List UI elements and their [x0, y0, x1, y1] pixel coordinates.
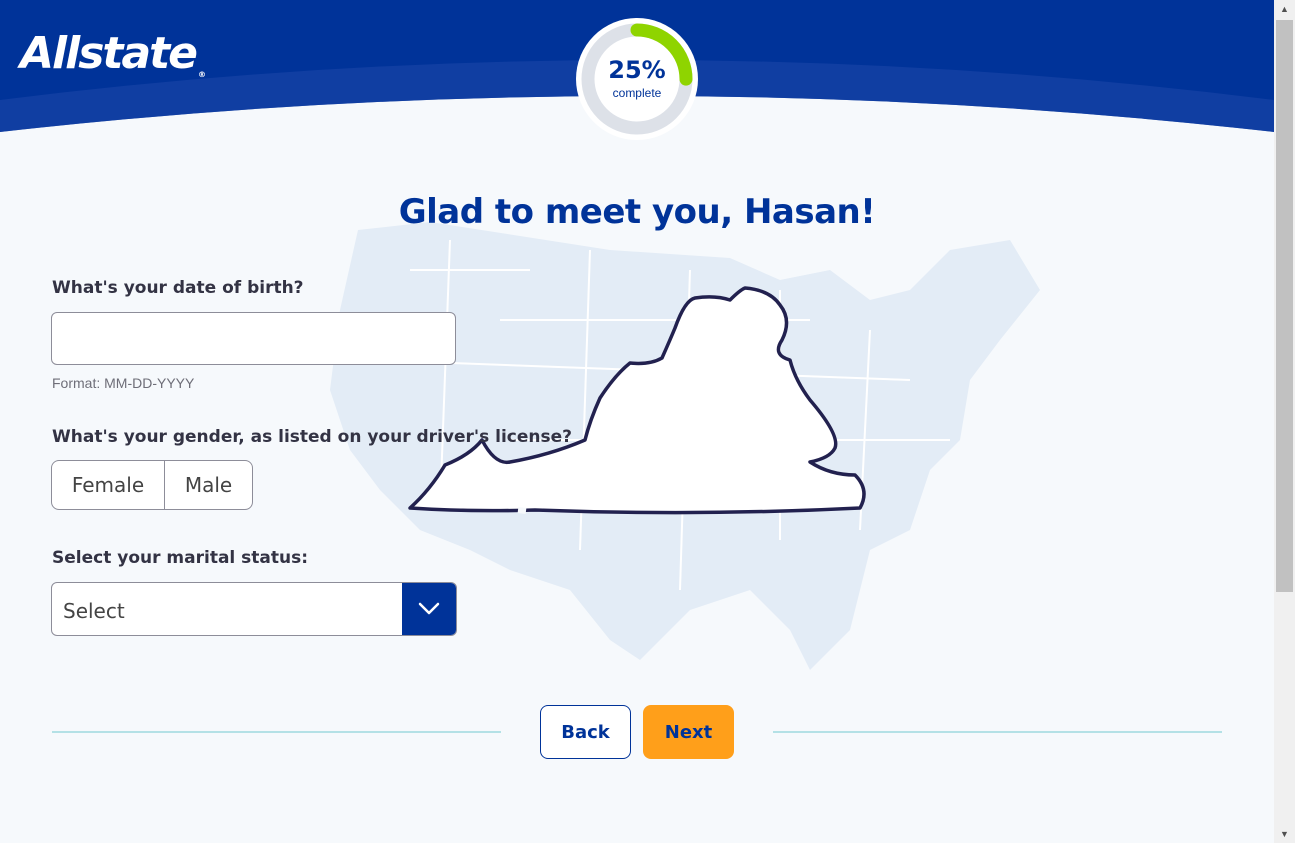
- back-button[interactable]: Back: [540, 705, 631, 759]
- allstate-logo[interactable]: Allstate ®: [20, 28, 206, 79]
- gender-label: What's your gender, as listed on your dr…: [52, 427, 573, 447]
- logo-text: Allstate: [20, 28, 198, 79]
- page-title: Glad to meet you, Hasan!: [398, 192, 876, 232]
- arrow-up-icon[interactable]: ▲: [1274, 0, 1295, 18]
- left-divider: [52, 731, 501, 733]
- progress-label: complete: [612, 86, 662, 100]
- progress-indicator: 25% complete: [576, 18, 698, 140]
- dob-input[interactable]: [51, 312, 456, 365]
- page: Allstate ® 25% complete Glad to meet you,…: [0, 0, 1274, 843]
- right-divider: [773, 731, 1222, 733]
- marital-status-label: Select your marital status:: [52, 548, 309, 568]
- dob-format-hint: Format: MM-DD-YYYY: [52, 375, 195, 391]
- gender-toggle-group: Female Male: [51, 460, 253, 510]
- dropdown-toggle[interactable]: [402, 583, 456, 635]
- registered-mark: ®: [198, 70, 207, 79]
- virginia-state-outline: [408, 286, 866, 515]
- gender-female-button[interactable]: Female: [52, 461, 165, 509]
- scrollbar-thumb[interactable]: [1276, 20, 1293, 592]
- dob-label: What's your date of birth?: [52, 278, 304, 298]
- gender-male-button[interactable]: Male: [165, 461, 252, 509]
- arrow-down-icon[interactable]: ▼: [1274, 825, 1295, 843]
- progress-percent: 25%: [608, 56, 666, 84]
- marital-status-value: Select: [63, 599, 125, 623]
- next-button[interactable]: Next: [643, 705, 734, 759]
- chevron-down-icon: [418, 602, 440, 615]
- marital-status-select[interactable]: Select: [51, 582, 457, 636]
- vertical-scrollbar[interactable]: ▲ ▼: [1274, 0, 1295, 843]
